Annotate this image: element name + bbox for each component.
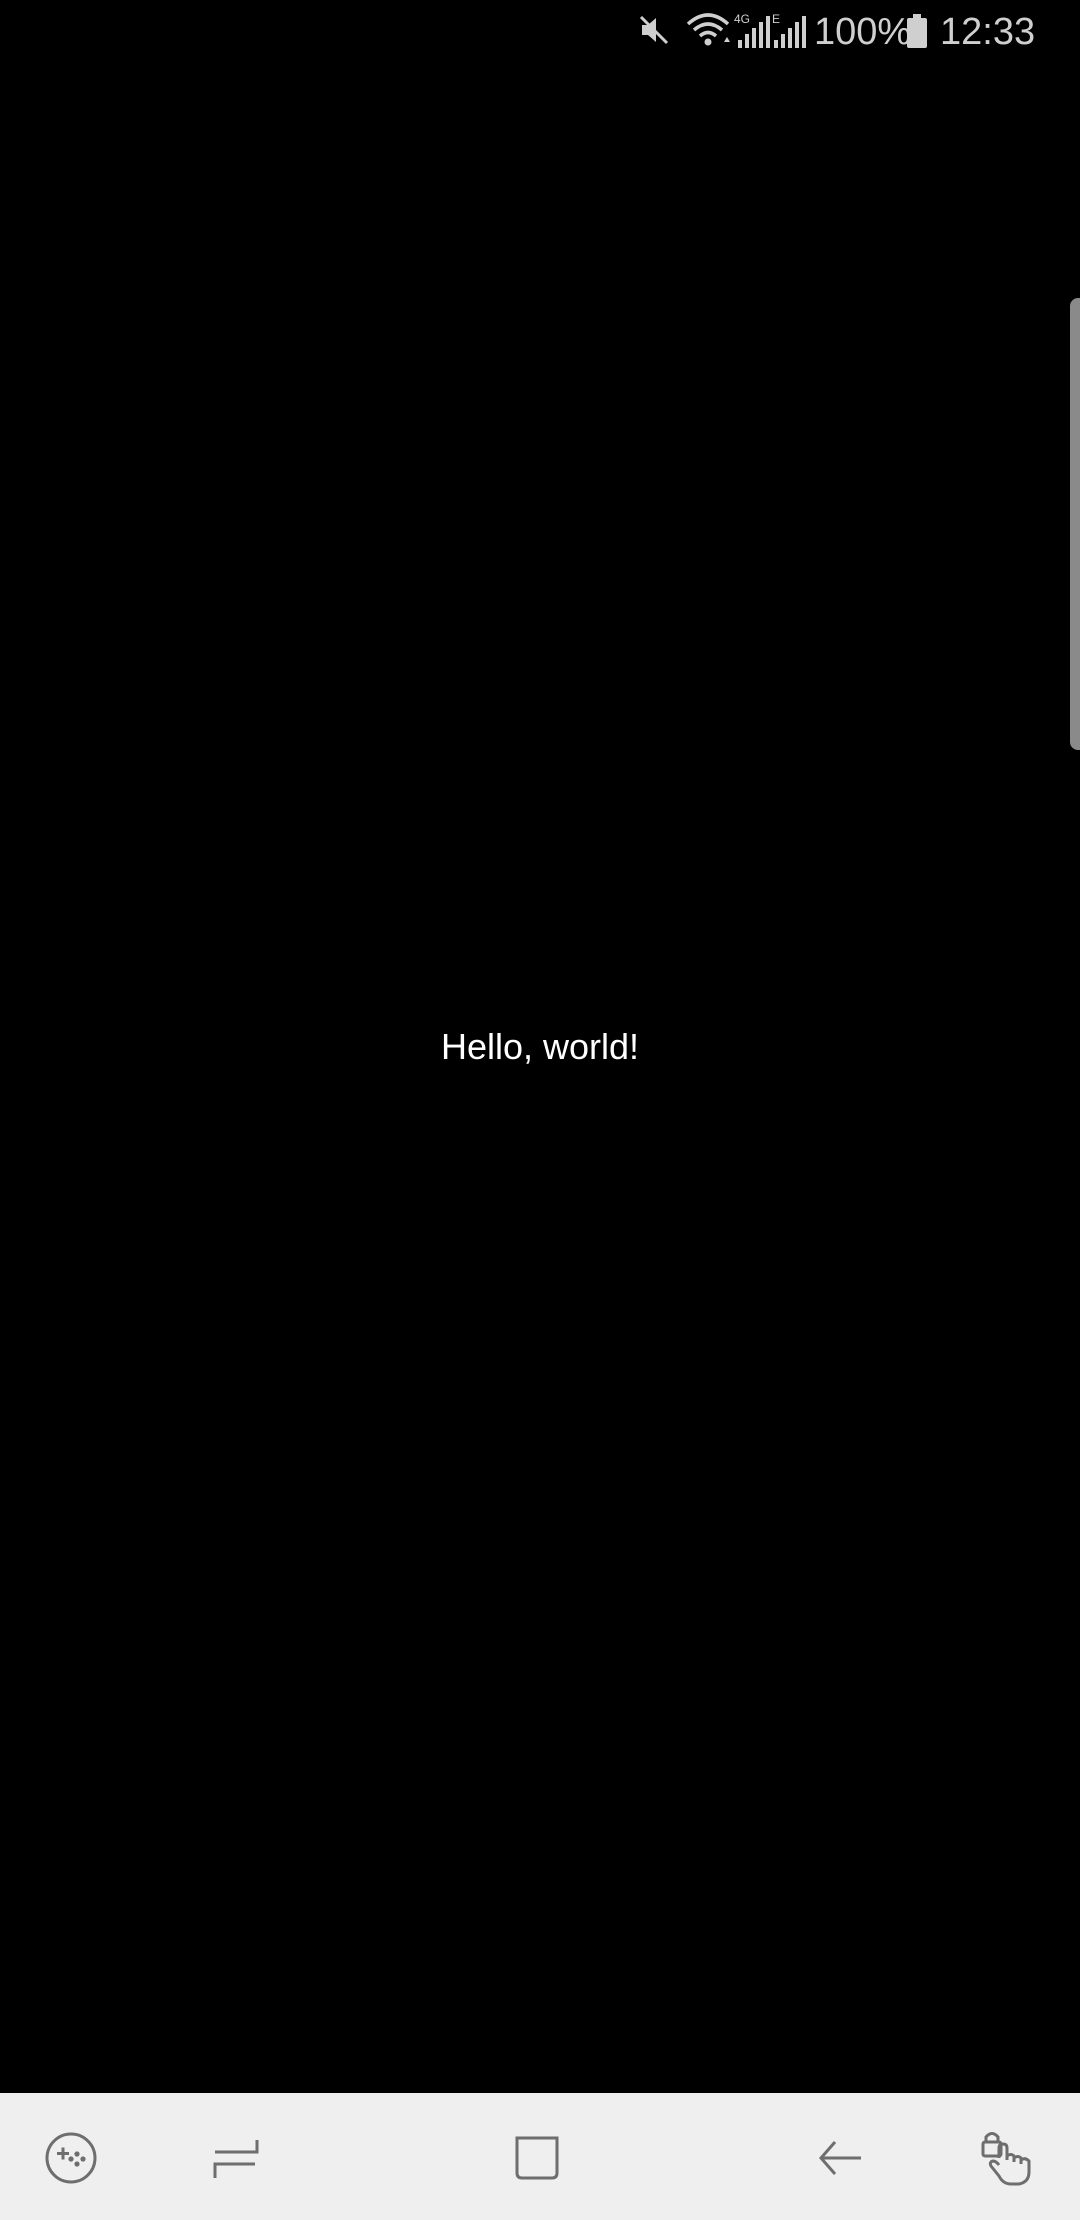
game-tools-button[interactable] [36,2123,106,2193]
battery-percent: 100% [814,11,912,53]
app-screen: 4G E 100% 12:33 Hello, world! [0,0,1080,2220]
edge-panel-handle[interactable] [1070,298,1080,750]
clock: 12:33 [940,11,1036,53]
back-arrow-icon [819,2141,861,2175]
back-button[interactable] [806,2123,876,2193]
wifi-icon [684,12,732,52]
status-bar: 4G E 100% 12:33 [0,0,1080,64]
network-label-4g: 4G [734,12,750,26]
network-label-e: E [772,12,780,26]
mute-icon [636,12,672,52]
home-icon [515,2136,559,2180]
touch-protection-button[interactable] [972,2123,1042,2193]
home-button[interactable] [502,2123,572,2193]
navigation-bar [0,2093,1080,2220]
hello-message: Hello, world! [440,1026,640,1067]
recents-icon [213,2140,259,2178]
signal-4g-icon: 4G [734,12,772,56]
signal-e-icon: E [772,12,806,56]
touch-protection-icon [981,2132,1031,2186]
game-tools-icon [45,2132,97,2184]
battery-icon [906,14,928,52]
recents-button[interactable] [200,2123,270,2193]
